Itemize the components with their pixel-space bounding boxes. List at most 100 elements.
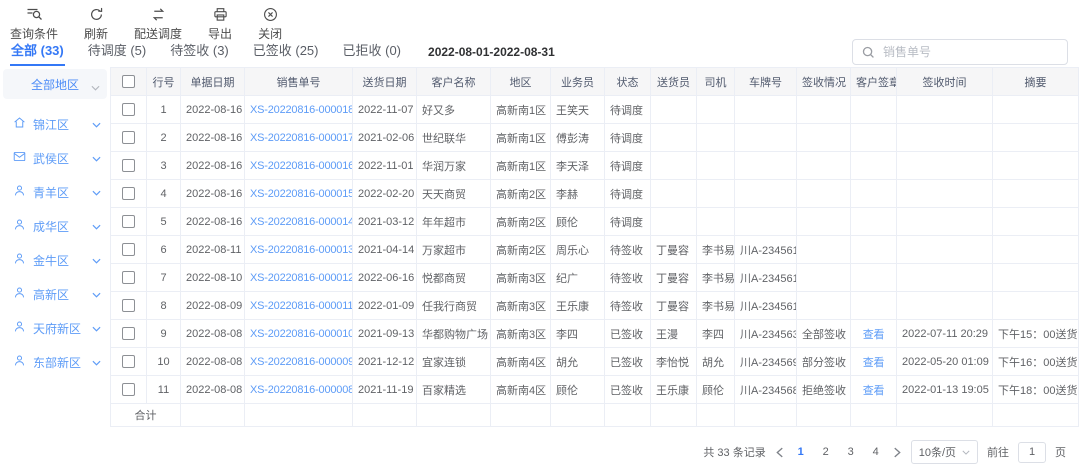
cell-driver: 李四	[697, 320, 735, 348]
table-row: 3 2022-08-16 XS-20220816-000016 2022-11-…	[111, 152, 1079, 180]
tab-pending-dispatch[interactable]: 待调度 (5)	[87, 38, 148, 66]
page-number-1[interactable]: 1	[793, 446, 809, 458]
chevron-down-icon	[92, 151, 101, 165]
sidebar-item-jinniu[interactable]: 金牛区	[0, 243, 110, 277]
export-button[interactable]: 导出	[208, 7, 232, 42]
order-no-link[interactable]: XS-20220816-000010	[250, 328, 353, 340]
home-icon	[13, 116, 26, 132]
row-checkbox[interactable]	[122, 383, 135, 396]
cell-salesman: 傅彭涛	[551, 124, 605, 152]
chevron-down-icon	[92, 117, 101, 131]
search-input[interactable]	[881, 44, 1058, 60]
cell-delivery-date: 2021-09-13	[353, 320, 417, 348]
prev-page-button[interactable]	[775, 447, 784, 458]
order-no-link[interactable]: XS-20220816-000009	[250, 356, 353, 368]
col-line-no: 行号	[147, 68, 181, 96]
tab-signed[interactable]: 已签收 (25)	[252, 38, 320, 66]
order-no-link[interactable]: XS-20220816-000014	[250, 216, 353, 228]
region-select[interactable]: 全部地区	[3, 69, 107, 99]
page-size-select[interactable]: 10条/页	[911, 440, 978, 464]
order-no-link[interactable]: XS-20220816-000008	[250, 384, 353, 396]
cell-plate-no: 川A-234561	[735, 264, 797, 292]
cell-deliverer: 王乐康	[651, 376, 697, 404]
page-number-2[interactable]: 2	[818, 446, 834, 458]
total-label: 合计	[111, 404, 181, 427]
cell-line-no: 4	[147, 180, 181, 208]
cell-region: 高新南2区	[491, 180, 551, 208]
order-no-link[interactable]: XS-20220816-000015	[250, 188, 353, 200]
cell-sign-time	[897, 96, 993, 124]
cell-status: 待调度	[605, 152, 651, 180]
chevron-down-icon	[92, 185, 101, 199]
cell-status: 待签收	[605, 292, 651, 320]
region-sidebar: 全部地区 锦江区 武侯区 青羊区 成华区 金牛区	[0, 67, 110, 464]
dispatch-button[interactable]: 配送调度	[134, 7, 182, 42]
order-no-link[interactable]: XS-20220816-000016	[250, 160, 353, 172]
row-checkbox[interactable]	[122, 103, 135, 116]
pagination: 共 33 条记录 1 2 3 4 10条/页 前往 页	[110, 427, 1080, 464]
sidebar-item-gaoxin[interactable]: 高新区	[0, 277, 110, 311]
tab-rejected[interactable]: 已拒收 (0)	[342, 38, 403, 66]
cell-sign-status: 拒绝签收	[797, 376, 851, 404]
chevron-down-icon	[92, 355, 101, 369]
cell-driver: 李书易	[697, 264, 735, 292]
select-all-checkbox[interactable]	[122, 75, 135, 88]
close-button[interactable]: 关闭	[258, 7, 282, 42]
row-checkbox[interactable]	[122, 271, 135, 284]
goto-page-input[interactable]	[1018, 442, 1046, 463]
cell-sign-time	[897, 180, 993, 208]
col-customer: 客户名称	[417, 68, 491, 96]
order-no-link[interactable]: XS-20220816-000012	[250, 272, 353, 284]
tab-pending-sign[interactable]: 待签收 (3)	[169, 38, 230, 66]
cell-line-no: 5	[147, 208, 181, 236]
cell-salesman: 顾伦	[551, 208, 605, 236]
dispatch-arrows-icon	[151, 7, 166, 22]
sidebar-item-wuhou[interactable]: 武侯区	[0, 141, 110, 175]
cell-doc-date: 2022-08-16	[181, 152, 245, 180]
sidebar-item-tianfu-new[interactable]: 天府新区	[0, 311, 110, 345]
next-page-button[interactable]	[893, 447, 902, 458]
cell-deliverer: 李怡悦	[651, 348, 697, 376]
row-checkbox[interactable]	[122, 355, 135, 368]
sidebar-item-qingyang[interactable]: 青羊区	[0, 175, 110, 209]
cell-doc-date: 2022-08-08	[181, 348, 245, 376]
cell-deliverer	[651, 208, 697, 236]
page-number-4[interactable]: 4	[868, 446, 884, 458]
col-deliverer: 送货员	[651, 68, 697, 96]
sidebar-item-jinjiang[interactable]: 锦江区	[0, 107, 110, 141]
row-checkbox[interactable]	[122, 327, 135, 340]
order-no-link[interactable]: XS-20220816-000013	[250, 244, 353, 256]
sidebar-item-eastern-new[interactable]: 东部新区	[0, 345, 110, 379]
total-empty-cell	[651, 404, 697, 427]
total-records-label: 共 33 条记录	[703, 444, 765, 460]
total-empty-cell	[353, 404, 417, 427]
page-number-3[interactable]: 3	[843, 446, 859, 458]
table-row: 9 2022-08-08 XS-20220816-000010 2021-09-…	[111, 320, 1079, 348]
row-checkbox[interactable]	[122, 215, 135, 228]
row-checkbox[interactable]	[122, 131, 135, 144]
order-no-link[interactable]: XS-20220816-000018	[250, 104, 353, 116]
view-signature-link[interactable]: 查看	[863, 329, 885, 341]
order-no-link[interactable]: XS-20220816-000017	[250, 132, 353, 144]
cell-driver: 胡允	[697, 348, 735, 376]
refresh-button[interactable]: 刷新	[84, 7, 108, 42]
total-empty-cell	[605, 404, 651, 427]
sidebar-item-label: 青羊区	[33, 184, 69, 201]
cell-plate-no: 川A-234563	[735, 320, 797, 348]
row-checkbox[interactable]	[122, 299, 135, 312]
cell-salesman: 李天泽	[551, 152, 605, 180]
row-checkbox[interactable]	[122, 187, 135, 200]
cell-region: 高新南1区	[491, 124, 551, 152]
cell-line-no: 2	[147, 124, 181, 152]
sidebar-item-chenghua[interactable]: 成华区	[0, 209, 110, 243]
user-icon	[13, 252, 26, 268]
view-signature-link[interactable]: 查看	[863, 385, 885, 397]
cell-region: 高新南4区	[491, 376, 551, 404]
row-checkbox[interactable]	[122, 159, 135, 172]
tab-all[interactable]: 全部 (33)	[10, 38, 65, 66]
order-no-link[interactable]: XS-20220816-000011	[250, 300, 353, 312]
cell-summary	[993, 236, 1079, 264]
view-signature-link[interactable]: 查看	[863, 357, 885, 369]
query-conditions-button[interactable]: 查询条件	[10, 7, 58, 42]
row-checkbox[interactable]	[122, 243, 135, 256]
